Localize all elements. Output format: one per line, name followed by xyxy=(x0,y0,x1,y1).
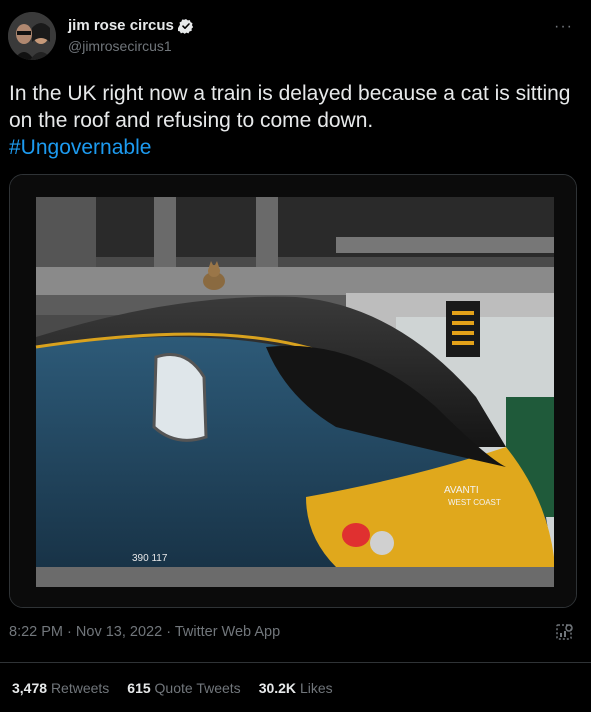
train-lettering-avanti: AVANTI xyxy=(444,485,479,496)
tweet-time[interactable]: 8:22 PM xyxy=(9,624,63,640)
author-name-row[interactable]: jim rose circus xyxy=(68,17,194,34)
verified-badge-icon xyxy=(177,18,194,34)
tweet-photo[interactable]: AVANTI WEST COAST 390 117 xyxy=(9,174,577,608)
likes-count: 30.2K xyxy=(258,680,297,696)
quote-tweets-stat[interactable]: 615 Quote Tweets xyxy=(127,680,240,696)
tweet-body: In the UK right now a train is delayed b… xyxy=(9,82,571,132)
engagement-stats: 3,478 Retweets 615 Quote Tweets 30.2K Li… xyxy=(12,680,333,696)
author-name[interactable]: jim rose circus xyxy=(68,17,174,34)
tweet-text: In the UK right now a train is delayed b… xyxy=(9,80,579,161)
retweets-label: Retweets xyxy=(50,680,110,696)
train-photo: AVANTI WEST COAST 390 117 xyxy=(10,175,576,607)
avatar-image xyxy=(8,12,56,60)
more-options-icon[interactable]: ··· xyxy=(554,18,573,36)
meta-separator: · xyxy=(166,624,172,640)
train-lettering-west-coast: WEST COAST xyxy=(448,498,501,507)
likes-label: Likes xyxy=(299,680,333,696)
likes-stat[interactable]: 30.2K Likes xyxy=(259,680,333,696)
hashtag-link[interactable]: #Ungovernable xyxy=(9,136,151,159)
quote-tweets-count: 615 xyxy=(127,680,151,696)
tweet-date[interactable]: Nov 13, 2022 xyxy=(76,624,162,640)
divider xyxy=(0,662,591,663)
analytics-icon[interactable] xyxy=(555,622,575,642)
train-number: 390 117 xyxy=(132,553,168,564)
tweet-source[interactable]: Twitter Web App xyxy=(175,624,280,640)
avatar[interactable] xyxy=(8,12,56,60)
retweets-count: 3,478 xyxy=(12,680,48,696)
tweet-metadata: 8:22 PM · Nov 13, 2022 · Twitter Web App xyxy=(9,624,280,640)
author-handle[interactable]: @jimrosecircus1 xyxy=(68,38,172,54)
retweets-stat[interactable]: 3,478 Retweets xyxy=(12,680,109,696)
quote-tweets-label: Quote Tweets xyxy=(154,680,241,696)
meta-separator: · xyxy=(67,624,72,640)
